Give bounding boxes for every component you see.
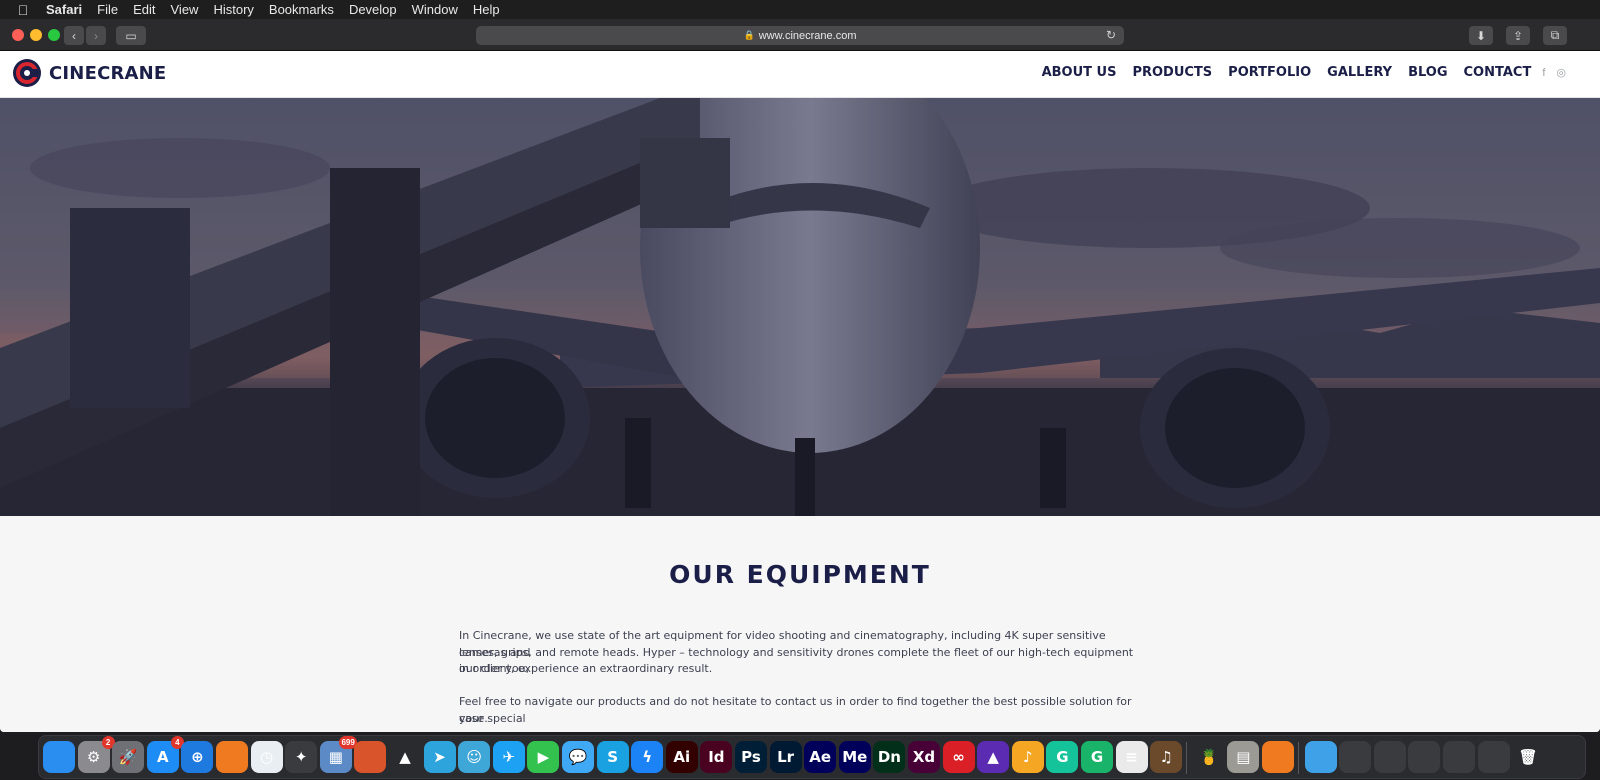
music-app-icon[interactable]: ♪	[1011, 741, 1044, 773]
minimize-window-button[interactable]	[30, 29, 42, 41]
main-nav: ABOUT US PRODUCTS PORTFOLIO GALLERY BLOG…	[1026, 65, 1566, 80]
window-thumb-3-icon[interactable]	[1408, 741, 1441, 773]
menu-file[interactable]: File	[97, 2, 118, 17]
trash-icon[interactable]: 🗑	[1512, 741, 1545, 773]
facebook-icon[interactable]: f	[1542, 67, 1545, 79]
safari-icon[interactable]: ⊕	[181, 741, 214, 773]
menu-window[interactable]: Window	[412, 2, 458, 17]
forward-button[interactable]: ›	[86, 26, 106, 45]
vlc-icon[interactable]: ▲	[389, 741, 421, 773]
menu-bookmarks[interactable]: Bookmarks	[269, 2, 334, 17]
preview-icon[interactable]: ▦ 699	[319, 736, 357, 773]
downloads-button[interactable]: ⬇	[1469, 26, 1493, 45]
tweetbot-icon[interactable]: ☺	[458, 741, 491, 773]
window-thumb-4-icon[interactable]	[1443, 741, 1475, 773]
nav-products[interactable]: PRODUCTS	[1132, 65, 1212, 80]
media-encoder-icon[interactable]: Me	[838, 741, 871, 773]
finder-icon[interactable]	[43, 741, 75, 773]
address-bar[interactable]: 🔒 www.cinecrane.com ↻	[476, 26, 1124, 45]
grammarly-web-icon[interactable]: G	[1081, 741, 1113, 773]
system-preferences-icon[interactable]: ⚙ 2	[77, 736, 115, 773]
app-store-icon[interactable]: A4	[146, 736, 184, 773]
menu-safari[interactable]: Safari	[46, 2, 82, 17]
equipment-section: OUR EQUIPMENT In Cinecrane, we use state…	[0, 516, 1600, 732]
macos-menu-bar:  Safari File Edit View History Bookmark…	[0, 0, 1600, 19]
illustrator-icon[interactable]: Ai	[665, 741, 698, 773]
dock-separator	[1185, 742, 1187, 774]
messages-icon[interactable]: 💬	[562, 741, 594, 773]
hero-image	[0, 98, 1600, 516]
browser-toolbar: ‹ › ▭ 🔒 www.cinecrane.com ↻ ⬇ ⇪ ⧉	[0, 19, 1600, 51]
macos-dock: ⚙ 2 🚀 A 4 ⊕ ◷ ✦ ▦ 699 ▲ ➤ ☺ ✈ ▶ 💬 Sϟ Ai Id Ps Lr Ae Me Dn Xd ∞ ▲ ♪ G…	[38, 735, 1586, 779]
clock-icon[interactable]: ◷	[250, 741, 283, 773]
share-icon: ⇪	[1512, 28, 1524, 43]
messenger-icon[interactable]: ϟ	[631, 741, 664, 773]
calculator-icon[interactable]: ▤	[1227, 741, 1260, 773]
safari-window: ‹ › ▭ 🔒 www.cinecrane.com ↻ ⬇ ⇪ ⧉ + CINE…	[0, 19, 1600, 732]
lock-icon: 🔒	[743, 30, 755, 40]
facetime-icon[interactable]: ▶	[527, 741, 560, 773]
close-window-button[interactable]	[12, 29, 24, 41]
twitter-icon[interactable]: ✈	[492, 741, 525, 773]
chevron-right-icon: ›	[94, 28, 98, 43]
after-effects-icon[interactable]: Ae	[804, 741, 837, 773]
nav-portfolio[interactable]: PORTFOLIO	[1228, 65, 1311, 80]
url-text: www.cinecrane.com	[758, 29, 857, 42]
affinity-icon[interactable]: ▲	[977, 741, 1010, 773]
lightroom-icon[interactable]: Lr	[769, 741, 802, 773]
nav-contact[interactable]: CONTACT	[1464, 65, 1532, 80]
textedit-icon[interactable]: ≡	[1115, 741, 1148, 773]
zoom-window-button[interactable]	[48, 29, 60, 41]
firefox-dev-icon[interactable]	[1262, 741, 1294, 773]
sidebar-icon: ▭	[125, 28, 137, 43]
menu-history[interactable]: History	[213, 2, 253, 17]
paragraph-1-line-3: our client, experience an extraordinary …	[459, 662, 713, 675]
rocket-typist-icon[interactable]	[354, 741, 387, 773]
launchpad-icon[interactable]: 🚀	[112, 741, 145, 773]
menu-view[interactable]: View	[171, 2, 199, 17]
dock-separator	[1297, 742, 1299, 774]
download-icon: ⬇	[1475, 28, 1487, 43]
chevron-left-icon: ‹	[72, 28, 76, 43]
photoshop-icon[interactable]: Ps	[735, 741, 767, 773]
tab-overview-button[interactable]: ⧉	[1543, 26, 1567, 45]
telegram-icon[interactable]: ➤	[423, 741, 456, 773]
garageband-icon[interactable]: ♫	[1150, 741, 1183, 773]
share-button[interactable]: ⇪	[1506, 26, 1530, 45]
window-thumb-1-icon[interactable]	[1339, 741, 1372, 773]
back-button[interactable]: ‹	[64, 26, 84, 45]
firefox-icon[interactable]	[216, 741, 248, 773]
downloads-folder-icon[interactable]	[1304, 741, 1337, 773]
nav-about-us[interactable]: ABOUT US	[1042, 65, 1117, 80]
creative-cloud-icon[interactable]: ∞	[942, 741, 975, 773]
cinecrane-logo-icon	[13, 59, 41, 87]
nav-blog[interactable]: BLOG	[1408, 65, 1447, 80]
menu-edit[interactable]: Edit	[133, 2, 155, 17]
site-logo[interactable]: CINECRANE	[12, 58, 166, 88]
script-editor-icon[interactable]: ✦	[285, 741, 318, 773]
window-thumb-5-icon[interactable]	[1477, 741, 1510, 773]
tabs-icon: ⧉	[1550, 28, 1560, 42]
apple-menu-icon[interactable]: 	[0, 2, 46, 18]
nav-gallery[interactable]: GALLERY	[1327, 65, 1392, 80]
menu-develop[interactable]: Develop	[349, 2, 397, 17]
dimension-icon[interactable]: Dn	[873, 741, 906, 773]
logo-text: CINECRANE	[49, 62, 167, 84]
paragraph-2-line-2: case.	[459, 711, 488, 725]
window-thumb-2-icon[interactable]	[1373, 741, 1406, 773]
reload-icon[interactable]: ↻	[1106, 28, 1116, 42]
skype-icon[interactable]: S	[596, 741, 629, 773]
instagram-icon[interactable]: ◎	[1556, 66, 1566, 79]
site-header: CINECRANE ABOUT US PRODUCTS PORTFOLIO GA…	[0, 51, 1600, 98]
xd-icon[interactable]: Xd	[908, 741, 940, 773]
section-title: OUR EQUIPMENT	[669, 560, 931, 589]
indesign-icon[interactable]: Id	[700, 741, 733, 773]
grammarly-icon[interactable]: G	[1046, 741, 1079, 773]
cocktail-icon[interactable]: 🍍	[1192, 741, 1225, 773]
sidebar-toggle-button[interactable]: ▭	[116, 26, 146, 45]
menu-help[interactable]: Help	[473, 2, 500, 17]
